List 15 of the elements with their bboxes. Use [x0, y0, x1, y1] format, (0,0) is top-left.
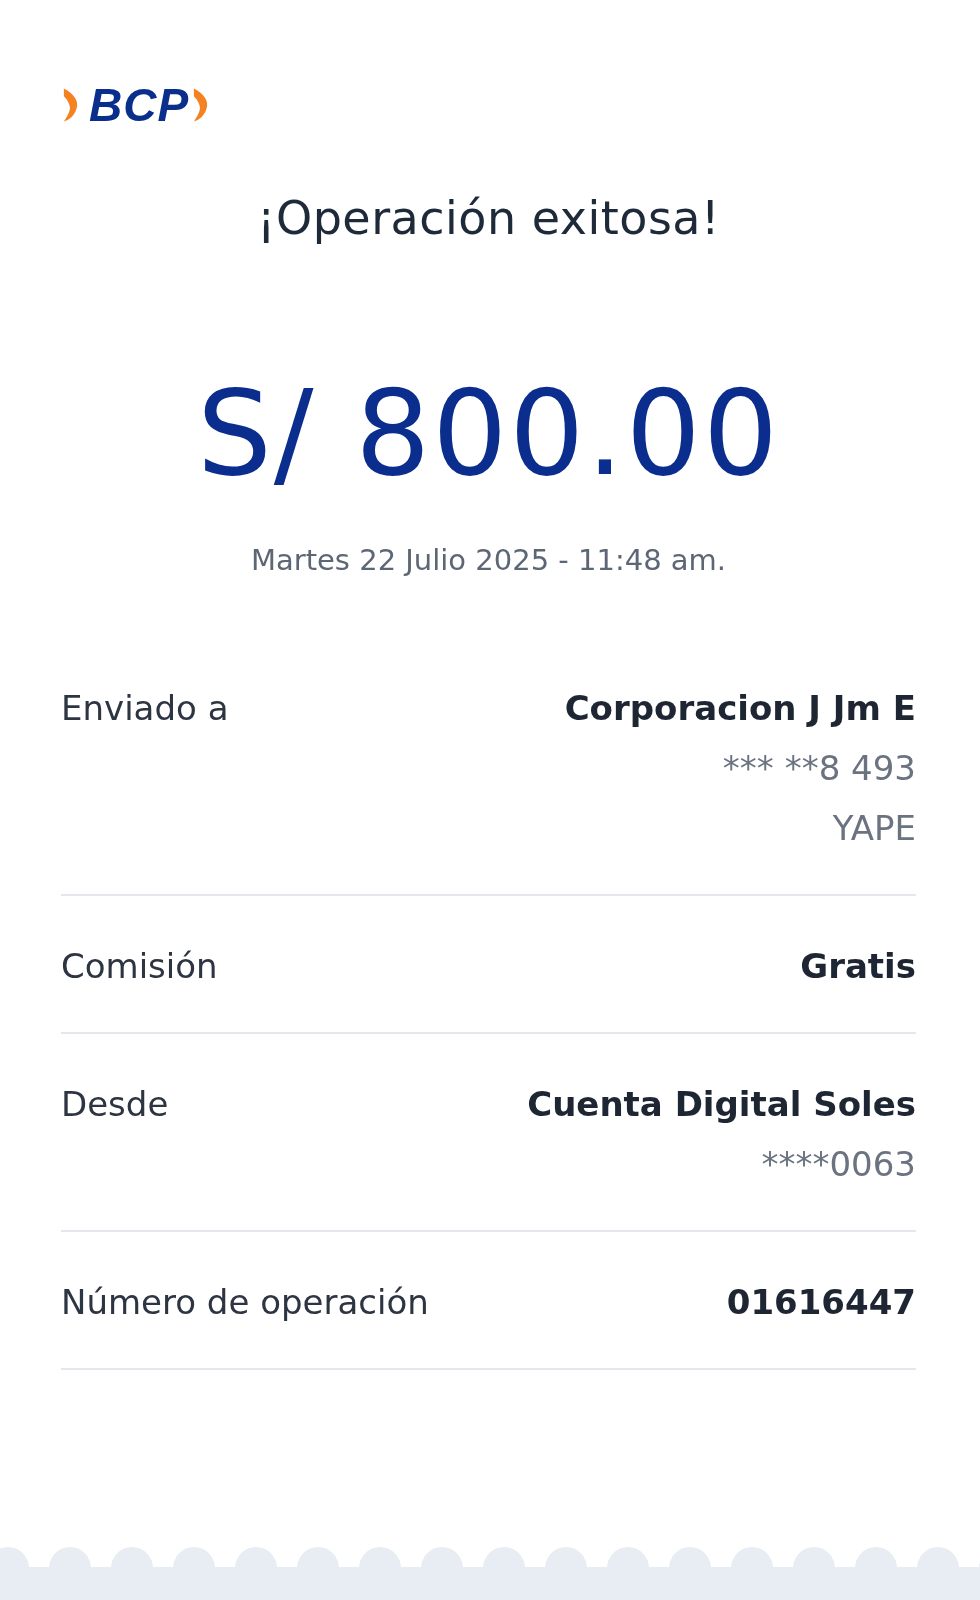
detail-value: Cuenta Digital Soles	[527, 1083, 916, 1126]
detail-label: Desde	[61, 1083, 169, 1126]
detail-value: YAPE	[832, 807, 916, 850]
detail-value: 01616447	[726, 1281, 916, 1324]
date-time: Martes 22 Julio 2025 - 11:48 am.	[249, 542, 728, 579]
detail-label: Enviado a	[61, 687, 229, 730]
detail-label: Comisión	[61, 945, 218, 988]
amount: S/ 800.00	[195, 363, 782, 503]
bcp-logo: BCP	[61, 82, 218, 128]
success-title: ¡Operación exitosa!	[256, 190, 721, 247]
detail-value: *** **8 493	[722, 747, 916, 790]
detail-label: Número de operación	[61, 1281, 429, 1324]
detail-value: Corporacion J Jm E	[564, 687, 916, 730]
detail-value: ****0063	[761, 1143, 916, 1186]
detail-value: Gratis	[800, 945, 916, 988]
